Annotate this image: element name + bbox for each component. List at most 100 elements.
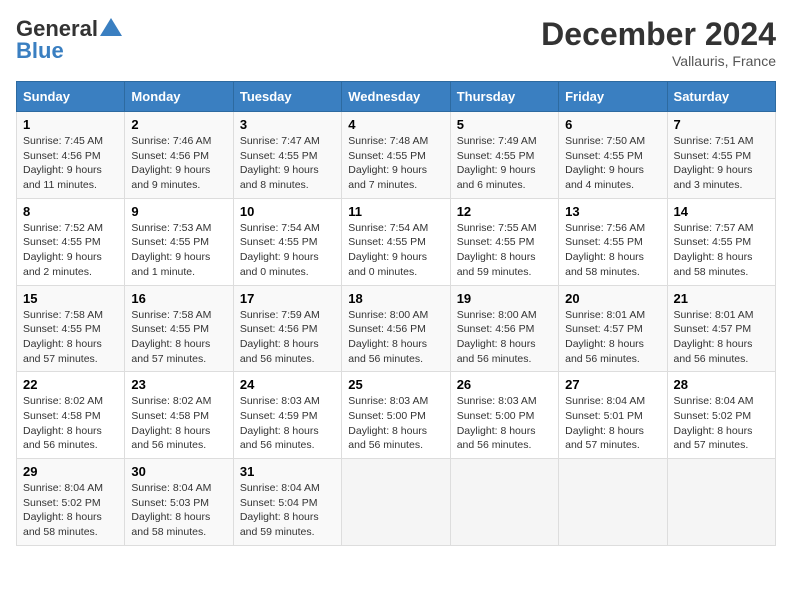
day-number: 3 — [240, 117, 335, 132]
day-info: Sunrise: 8:04 AMSunset: 5:02 PMDaylight:… — [23, 482, 103, 538]
day-info: Sunrise: 7:47 AMSunset: 4:55 PMDaylight:… — [240, 135, 320, 191]
header-tuesday: Tuesday — [233, 82, 341, 112]
day-info: Sunrise: 8:04 AMSunset: 5:01 PMDaylight:… — [565, 395, 645, 451]
day-number: 4 — [348, 117, 443, 132]
day-info: Sunrise: 7:57 AMSunset: 4:55 PMDaylight:… — [674, 222, 754, 278]
calendar-cell: 12 Sunrise: 7:55 AMSunset: 4:55 PMDaylig… — [450, 198, 558, 285]
day-info: Sunrise: 7:53 AMSunset: 4:55 PMDaylight:… — [131, 222, 211, 278]
day-number: 24 — [240, 377, 335, 392]
day-number: 22 — [23, 377, 118, 392]
calendar-cell: 24 Sunrise: 8:03 AMSunset: 4:59 PMDaylig… — [233, 372, 341, 459]
calendar-cell: 25 Sunrise: 8:03 AMSunset: 5:00 PMDaylig… — [342, 372, 450, 459]
calendar-cell: 19 Sunrise: 8:00 AMSunset: 4:56 PMDaylig… — [450, 285, 558, 372]
calendar-cell: 5 Sunrise: 7:49 AMSunset: 4:55 PMDayligh… — [450, 112, 558, 199]
header-thursday: Thursday — [450, 82, 558, 112]
calendar-week-2: 8 Sunrise: 7:52 AMSunset: 4:55 PMDayligh… — [17, 198, 776, 285]
calendar-cell: 2 Sunrise: 7:46 AMSunset: 4:56 PMDayligh… — [125, 112, 233, 199]
calendar-cell — [450, 459, 558, 546]
day-info: Sunrise: 8:00 AMSunset: 4:56 PMDaylight:… — [457, 309, 537, 365]
day-info: Sunrise: 8:02 AMSunset: 4:58 PMDaylight:… — [131, 395, 211, 451]
day-number: 20 — [565, 291, 660, 306]
day-number: 16 — [131, 291, 226, 306]
day-number: 21 — [674, 291, 769, 306]
day-number: 28 — [674, 377, 769, 392]
day-number: 27 — [565, 377, 660, 392]
calendar-cell: 14 Sunrise: 7:57 AMSunset: 4:55 PMDaylig… — [667, 198, 775, 285]
day-info: Sunrise: 7:48 AMSunset: 4:55 PMDaylight:… — [348, 135, 428, 191]
calendar-cell: 18 Sunrise: 8:00 AMSunset: 4:56 PMDaylig… — [342, 285, 450, 372]
day-number: 29 — [23, 464, 118, 479]
day-number: 9 — [131, 204, 226, 219]
calendar-cell: 17 Sunrise: 7:59 AMSunset: 4:56 PMDaylig… — [233, 285, 341, 372]
day-number: 1 — [23, 117, 118, 132]
page-header: General Blue December 2024 Vallauris, Fr… — [16, 16, 776, 69]
calendar-cell: 26 Sunrise: 8:03 AMSunset: 5:00 PMDaylig… — [450, 372, 558, 459]
calendar-cell: 11 Sunrise: 7:54 AMSunset: 4:55 PMDaylig… — [342, 198, 450, 285]
day-number: 8 — [23, 204, 118, 219]
logo-arrow-icon — [100, 18, 122, 36]
day-info: Sunrise: 8:04 AMSunset: 5:04 PMDaylight:… — [240, 482, 320, 538]
day-number: 11 — [348, 204, 443, 219]
day-number: 6 — [565, 117, 660, 132]
day-number: 12 — [457, 204, 552, 219]
calendar-cell: 20 Sunrise: 8:01 AMSunset: 4:57 PMDaylig… — [559, 285, 667, 372]
day-number: 31 — [240, 464, 335, 479]
calendar-cell — [667, 459, 775, 546]
calendar-cell: 8 Sunrise: 7:52 AMSunset: 4:55 PMDayligh… — [17, 198, 125, 285]
day-info: Sunrise: 7:58 AMSunset: 4:55 PMDaylight:… — [23, 309, 103, 365]
day-number: 7 — [674, 117, 769, 132]
day-info: Sunrise: 8:04 AMSunset: 5:03 PMDaylight:… — [131, 482, 211, 538]
day-info: Sunrise: 7:56 AMSunset: 4:55 PMDaylight:… — [565, 222, 645, 278]
day-number: 5 — [457, 117, 552, 132]
header-monday: Monday — [125, 82, 233, 112]
calendar-cell: 9 Sunrise: 7:53 AMSunset: 4:55 PMDayligh… — [125, 198, 233, 285]
header-friday: Friday — [559, 82, 667, 112]
location-subtitle: Vallauris, France — [541, 53, 776, 69]
calendar-cell: 7 Sunrise: 7:51 AMSunset: 4:55 PMDayligh… — [667, 112, 775, 199]
month-title: December 2024 — [541, 16, 776, 53]
calendar-cell: 29 Sunrise: 8:04 AMSunset: 5:02 PMDaylig… — [17, 459, 125, 546]
calendar-cell: 27 Sunrise: 8:04 AMSunset: 5:01 PMDaylig… — [559, 372, 667, 459]
day-info: Sunrise: 7:49 AMSunset: 4:55 PMDaylight:… — [457, 135, 537, 191]
day-info: Sunrise: 7:45 AMSunset: 4:56 PMDaylight:… — [23, 135, 103, 191]
day-number: 18 — [348, 291, 443, 306]
calendar-cell: 13 Sunrise: 7:56 AMSunset: 4:55 PMDaylig… — [559, 198, 667, 285]
day-info: Sunrise: 8:01 AMSunset: 4:57 PMDaylight:… — [674, 309, 754, 365]
calendar-cell: 6 Sunrise: 7:50 AMSunset: 4:55 PMDayligh… — [559, 112, 667, 199]
calendar-cell: 4 Sunrise: 7:48 AMSunset: 4:55 PMDayligh… — [342, 112, 450, 199]
calendar-table: Sunday Monday Tuesday Wednesday Thursday… — [16, 81, 776, 546]
header-wednesday: Wednesday — [342, 82, 450, 112]
header-sunday: Sunday — [17, 82, 125, 112]
day-number: 15 — [23, 291, 118, 306]
logo: General Blue — [16, 16, 122, 64]
day-info: Sunrise: 7:58 AMSunset: 4:55 PMDaylight:… — [131, 309, 211, 365]
day-info: Sunrise: 8:03 AMSunset: 4:59 PMDaylight:… — [240, 395, 320, 451]
day-info: Sunrise: 7:54 AMSunset: 4:55 PMDaylight:… — [348, 222, 428, 278]
calendar-cell — [559, 459, 667, 546]
day-info: Sunrise: 7:59 AMSunset: 4:56 PMDaylight:… — [240, 309, 320, 365]
calendar-week-1: 1 Sunrise: 7:45 AMSunset: 4:56 PMDayligh… — [17, 112, 776, 199]
day-info: Sunrise: 7:50 AMSunset: 4:55 PMDaylight:… — [565, 135, 645, 191]
header-saturday: Saturday — [667, 82, 775, 112]
title-section: December 2024 Vallauris, France — [541, 16, 776, 69]
calendar-cell: 23 Sunrise: 8:02 AMSunset: 4:58 PMDaylig… — [125, 372, 233, 459]
day-number: 30 — [131, 464, 226, 479]
day-info: Sunrise: 8:03 AMSunset: 5:00 PMDaylight:… — [348, 395, 428, 451]
day-number: 14 — [674, 204, 769, 219]
calendar-week-5: 29 Sunrise: 8:04 AMSunset: 5:02 PMDaylig… — [17, 459, 776, 546]
day-info: Sunrise: 8:03 AMSunset: 5:00 PMDaylight:… — [457, 395, 537, 451]
day-info: Sunrise: 8:02 AMSunset: 4:58 PMDaylight:… — [23, 395, 103, 451]
day-number: 10 — [240, 204, 335, 219]
day-number: 23 — [131, 377, 226, 392]
day-info: Sunrise: 7:55 AMSunset: 4:55 PMDaylight:… — [457, 222, 537, 278]
calendar-week-3: 15 Sunrise: 7:58 AMSunset: 4:55 PMDaylig… — [17, 285, 776, 372]
calendar-cell: 28 Sunrise: 8:04 AMSunset: 5:02 PMDaylig… — [667, 372, 775, 459]
day-info: Sunrise: 7:51 AMSunset: 4:55 PMDaylight:… — [674, 135, 754, 191]
calendar-cell: 30 Sunrise: 8:04 AMSunset: 5:03 PMDaylig… — [125, 459, 233, 546]
days-header-row: Sunday Monday Tuesday Wednesday Thursday… — [17, 82, 776, 112]
calendar-cell: 1 Sunrise: 7:45 AMSunset: 4:56 PMDayligh… — [17, 112, 125, 199]
day-info: Sunrise: 7:46 AMSunset: 4:56 PMDaylight:… — [131, 135, 211, 191]
day-info: Sunrise: 8:00 AMSunset: 4:56 PMDaylight:… — [348, 309, 428, 365]
day-number: 2 — [131, 117, 226, 132]
day-info: Sunrise: 8:01 AMSunset: 4:57 PMDaylight:… — [565, 309, 645, 365]
